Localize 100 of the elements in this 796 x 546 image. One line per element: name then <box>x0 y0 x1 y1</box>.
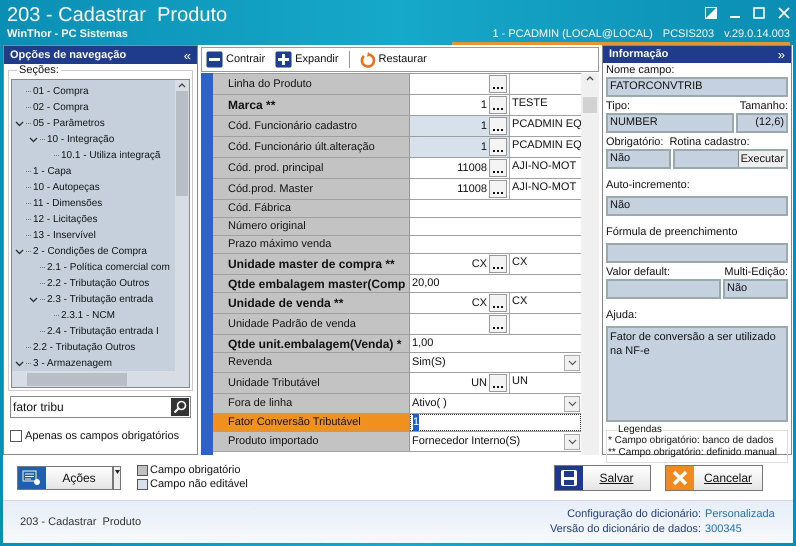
tree-item[interactable]: 13 - Inservível <box>33 228 96 242</box>
save-button[interactable]: Salvar <box>554 464 651 490</box>
actions-button[interactable]: Ações <box>17 466 113 490</box>
chevron-down-icon <box>568 400 576 406</box>
scrollbar-thumb[interactable] <box>27 372 127 386</box>
code-value: 1 <box>480 118 487 134</box>
checkbox[interactable] <box>10 430 22 442</box>
field-label: Rotina cadastro: <box>669 136 750 148</box>
window-title: 203 - Cadastrar Produto <box>7 3 228 27</box>
select-field[interactable]: Ativo( ) <box>410 394 581 413</box>
lookup-button[interactable] <box>489 374 507 392</box>
tree-item[interactable]: 2.2 - Tributação Outros <box>47 276 150 290</box>
dropdown-button[interactable] <box>564 354 580 370</box>
description-value: UN <box>512 374 528 389</box>
chevron-up-icon <box>586 76 594 81</box>
field-label[interactable]: Qtde embalagem master(Comp <box>213 275 410 292</box>
field-label[interactable]: Cód. Funcionário últ.alteração <box>213 137 410 157</box>
field-name-value: FATORCONVTRIB <box>606 76 788 96</box>
code-field[interactable]: 1 <box>410 137 510 157</box>
chevron-down-icon[interactable] <box>29 294 38 304</box>
collapse-panel-button[interactable]: « <box>184 48 191 62</box>
user-info: 1 - PCADMIN (LOCAL@LOCAL) <box>492 28 653 40</box>
size-value: (12,6) <box>736 112 788 132</box>
chevron-down-icon[interactable] <box>15 246 24 256</box>
lookup-button[interactable] <box>489 159 507 177</box>
tree-item[interactable]: 01 - Compra <box>33 84 89 98</box>
theme-icon[interactable] <box>705 6 717 18</box>
field-label[interactable]: Prazo máximo venda <box>213 236 410 253</box>
tree-item[interactable]: 12 - Licitações <box>33 212 98 226</box>
tree-item[interactable]: 2.2 - Tributação Outros <box>33 340 136 354</box>
lookup-button[interactable] <box>489 96 507 114</box>
expand-panel-button[interactable]: » <box>778 48 785 61</box>
field-label[interactable]: Unidade master de compra ** <box>213 254 410 274</box>
code-field[interactable]: 1 <box>410 116 510 136</box>
lookup-button[interactable] <box>489 117 507 135</box>
value-field[interactable]: 1 <box>410 414 581 431</box>
select-field[interactable]: Fornecedor Interno(S) <box>410 432 581 451</box>
chevron-up-icon <box>178 83 186 88</box>
dropdown-button[interactable] <box>564 434 580 450</box>
field-label[interactable]: Produto importado <box>213 432 410 451</box>
search-button[interactable] <box>171 398 189 416</box>
chevron-down-icon[interactable] <box>29 134 38 144</box>
field-label[interactable]: Qtde unit.embalagem(Venda) * <box>213 335 410 352</box>
field-label: Tipo: <box>606 100 630 112</box>
lookup-button[interactable] <box>489 138 507 156</box>
tree-item[interactable]: 10 - Integração <box>47 132 114 146</box>
code-value: 11008 <box>457 160 487 176</box>
tree-item[interactable]: 2.1 - Política comercial com <box>47 260 170 274</box>
search-input[interactable]: fator tribu <box>11 397 171 417</box>
help-box: Fator de conversão a ser utilizado na NF-e <box>606 326 788 422</box>
scrollbar-thumb[interactable] <box>176 91 188 196</box>
field-label[interactable]: Fora de linha <box>213 394 410 413</box>
lookup-button[interactable] <box>489 180 507 198</box>
tree-item[interactable]: 1 - Capa <box>33 164 72 178</box>
field-label[interactable]: Revenda <box>213 353 410 372</box>
vertical-scrollbar[interactable] <box>175 80 189 371</box>
close-icon[interactable] <box>778 6 790 18</box>
dropdown-button[interactable] <box>113 466 121 490</box>
tree-item[interactable]: 3 - Armazenagem <box>33 356 112 370</box>
field-label[interactable]: Unidade Padrão de venda <box>213 314 410 334</box>
toolbar-button[interactable]: Contrair <box>206 51 266 68</box>
field-label[interactable]: Unidade Tributável <box>213 373 410 393</box>
tree-item[interactable]: 2.3 - Tributação entrada <box>47 292 154 306</box>
field-label[interactable]: Cód. Funcionário cadastro <box>213 116 410 136</box>
field-label[interactable]: Cód. prod. principal <box>213 158 410 178</box>
field-label[interactable]: Cód. Fábrica <box>213 200 410 217</box>
checkbox-label: Apenas os campos obrigatórios <box>25 429 180 444</box>
vertical-scrollbar[interactable] <box>581 73 599 455</box>
field-label[interactable]: Linha do Produto <box>213 74 410 94</box>
maximize-icon[interactable] <box>753 6 765 18</box>
execute-button[interactable]: Executar <box>738 150 786 166</box>
chevron-down-icon[interactable] <box>15 118 24 128</box>
list-gear-icon <box>22 470 42 486</box>
tree-item[interactable]: 10 - Autopeças <box>33 180 100 194</box>
tree-item[interactable]: 2 - Condições de Compra <box>33 244 147 258</box>
tree-item[interactable]: 2.4 - Tributação entrada I <box>47 324 159 338</box>
field-label[interactable]: Marca ** <box>213 95 410 115</box>
field-label[interactable]: Fator Conversão Tributável <box>213 414 410 431</box>
dropdown-button[interactable] <box>564 396 580 412</box>
search-field[interactable]: fator tribu <box>10 396 191 418</box>
tree-item[interactable]: 05 - Parâmetros <box>33 116 105 130</box>
chevron-down-icon[interactable] <box>15 358 24 368</box>
field-label[interactable]: Cód.prod. Master <box>213 179 410 199</box>
lookup-button[interactable] <box>489 75 507 93</box>
tree-item[interactable]: 02 - Compra <box>33 100 89 114</box>
tree-item[interactable]: 2.3.1 - NCM <box>61 308 115 322</box>
tree-item[interactable]: 11 - Dimensões <box>33 196 102 210</box>
tree-item[interactable]: 10.1 - Utiliza integraçã <box>61 148 160 162</box>
toolbar-button[interactable]: Restaurar <box>360 51 427 68</box>
lookup-button[interactable] <box>489 315 507 333</box>
panel-title: Opções de navegação <box>10 48 126 63</box>
field-label[interactable]: Número original <box>213 218 410 235</box>
field-label[interactable]: Unidade de venda ** <box>213 293 410 313</box>
cancel-button[interactable]: Cancelar <box>665 464 763 490</box>
toolbar-button[interactable]: Expandir <box>275 51 339 68</box>
lookup-button[interactable] <box>489 255 507 273</box>
scrollbar-thumb[interactable] <box>583 97 597 113</box>
lookup-button[interactable] <box>489 294 507 312</box>
horizontal-scrollbar[interactable] <box>12 371 189 387</box>
select-field[interactable]: Sim(S) <box>410 353 581 372</box>
